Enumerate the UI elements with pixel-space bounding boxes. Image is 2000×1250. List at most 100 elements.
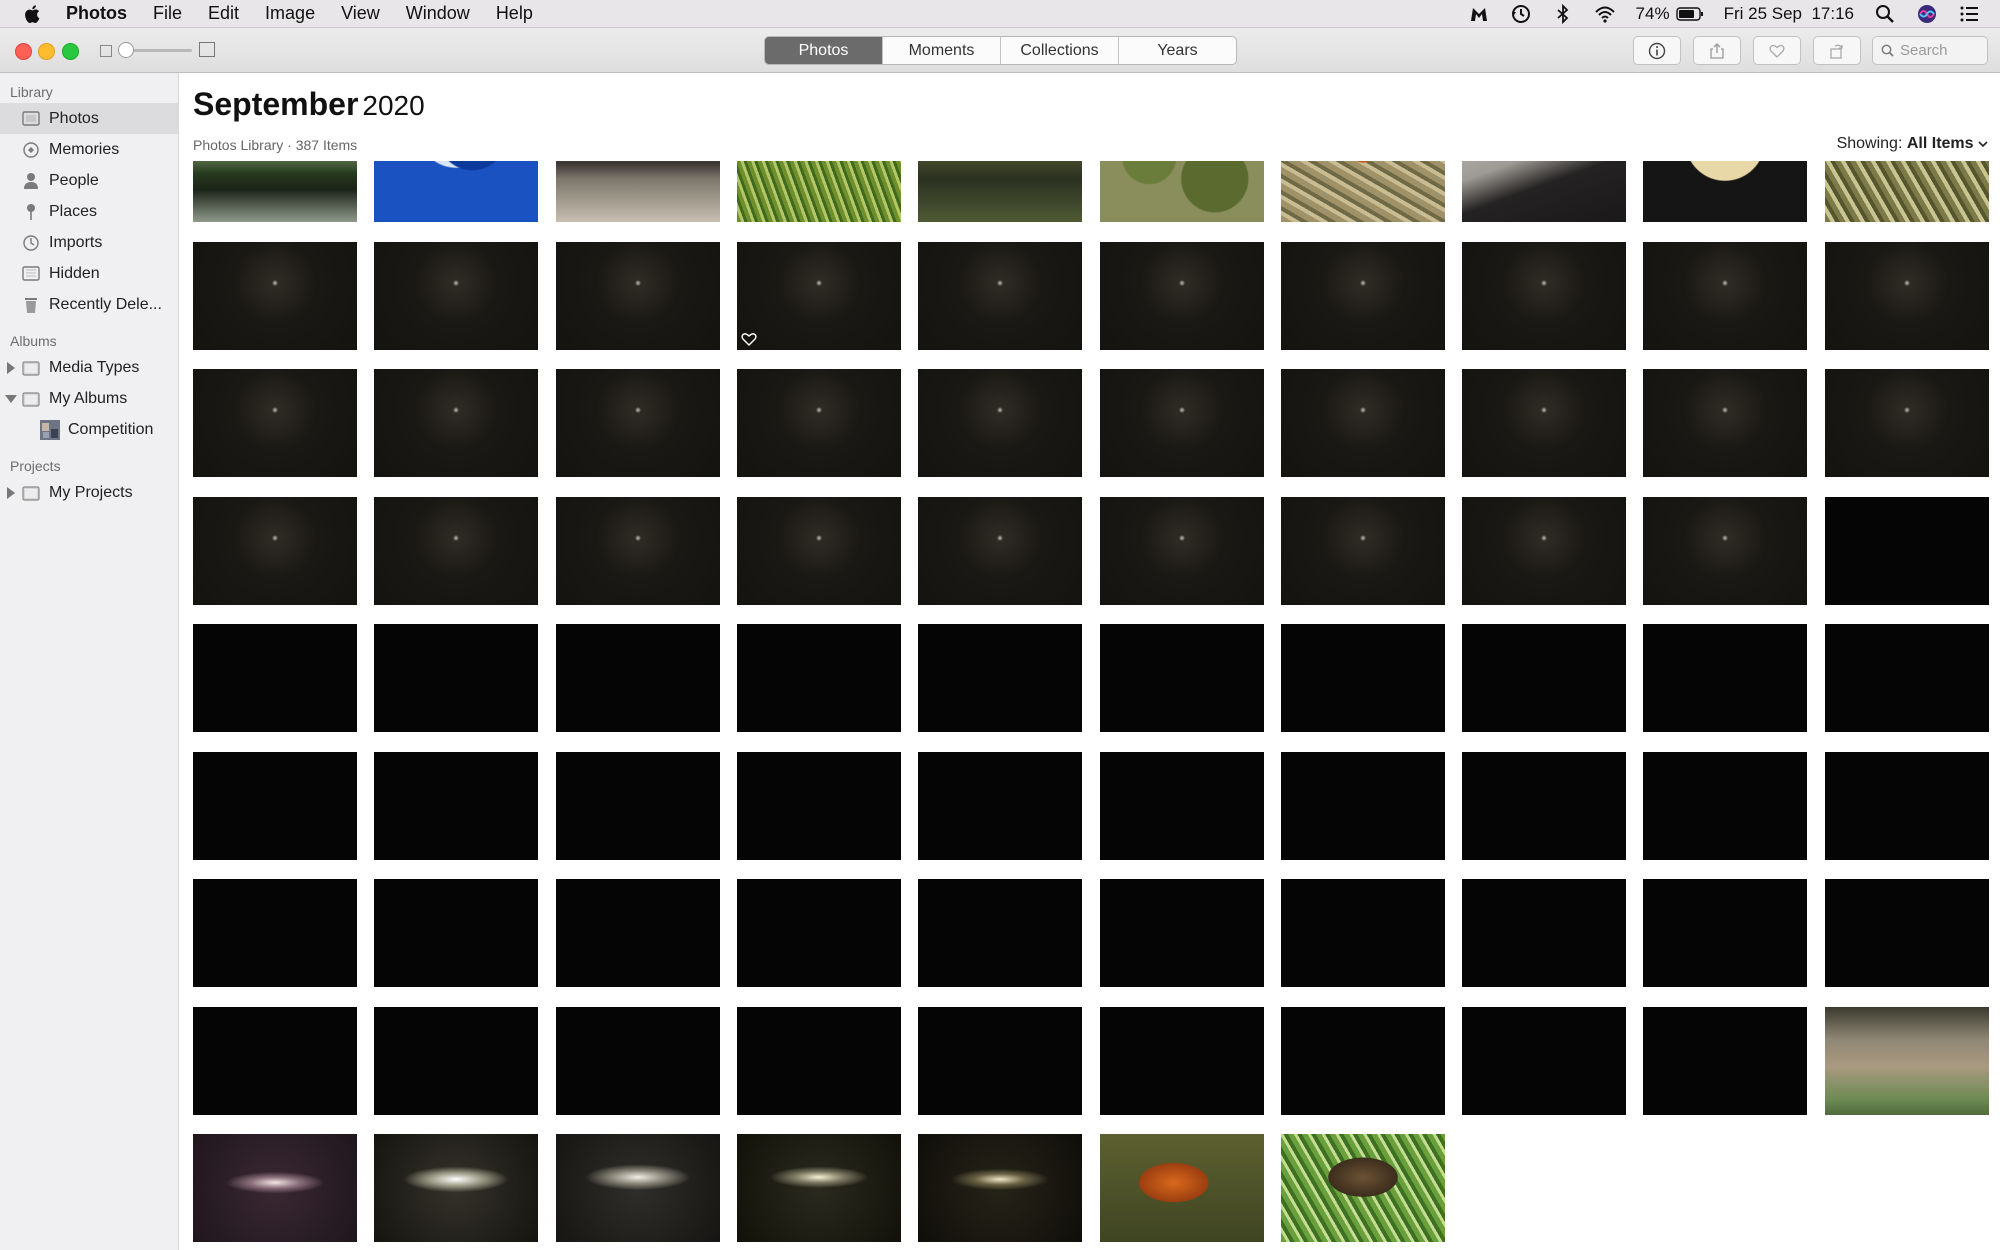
sidebar-item-my-projects[interactable]: My Projects — [0, 477, 178, 508]
photo-thumbnail[interactable] — [1100, 242, 1264, 350]
tab-collections[interactable]: Collections — [1001, 37, 1119, 64]
photo-thumbnail[interactable] — [1825, 369, 1989, 477]
sidebar-item-memories[interactable]: Memories — [0, 134, 178, 165]
photo-thumbnail[interactable] — [918, 624, 1082, 732]
photo-thumbnail[interactable] — [737, 161, 901, 222]
photo-thumbnail[interactable] — [193, 161, 357, 222]
photo-thumbnail[interactable] — [1462, 879, 1626, 987]
photo-thumbnail[interactable] — [1100, 1134, 1264, 1242]
photo-thumbnail[interactable] — [1462, 497, 1626, 605]
photo-thumbnail[interactable] — [1643, 369, 1807, 477]
photo-thumbnail[interactable] — [556, 624, 720, 732]
photo-thumbnail[interactable] — [193, 497, 357, 605]
info-button[interactable] — [1633, 36, 1681, 65]
bluetooth-icon[interactable] — [1552, 3, 1574, 25]
search-field[interactable]: Search — [1872, 36, 1988, 65]
photo-thumbnail[interactable] — [1281, 369, 1445, 477]
photo-thumbnail[interactable] — [1281, 497, 1445, 605]
sidebar-item-photos[interactable]: Photos — [0, 103, 178, 134]
photo-thumbnail[interactable] — [1462, 752, 1626, 860]
photo-thumbnail[interactable] — [1100, 752, 1264, 860]
photo-thumbnail[interactable] — [1825, 879, 1989, 987]
disclosure-triangle-right-icon[interactable] — [7, 487, 15, 499]
photo-thumbnail[interactable] — [374, 752, 538, 860]
photo-thumbnail[interactable] — [374, 624, 538, 732]
photo-thumbnail[interactable] — [193, 624, 357, 732]
photo-thumbnail[interactable] — [918, 161, 1082, 222]
photo-thumbnail[interactable] — [556, 1134, 720, 1242]
photo-thumbnail[interactable] — [374, 1007, 538, 1115]
photo-thumbnail[interactable] — [1825, 1007, 1989, 1115]
menu-window[interactable]: Window — [406, 3, 470, 24]
showing-filter[interactable]: Showing: All Items — [1837, 135, 1988, 153]
time-machine-icon[interactable] — [1510, 3, 1532, 25]
photo-thumbnail[interactable] — [918, 369, 1082, 477]
photo-thumbnail[interactable] — [374, 879, 538, 987]
photo-thumbnail[interactable] — [737, 879, 901, 987]
photo-thumbnail[interactable] — [374, 497, 538, 605]
photo-thumbnail[interactable] — [556, 369, 720, 477]
photo-thumbnail[interactable] — [1643, 161, 1807, 222]
menu-help[interactable]: Help — [496, 3, 533, 24]
photo-thumbnail[interactable] — [1643, 879, 1807, 987]
photo-thumbnail[interactable] — [1462, 161, 1626, 222]
photo-thumbnail[interactable] — [1643, 752, 1807, 860]
share-button[interactable] — [1693, 36, 1741, 65]
photo-thumbnail[interactable] — [193, 242, 357, 350]
zoom-in-thumbnail-icon[interactable] — [199, 42, 215, 57]
photo-thumbnail[interactable] — [1281, 242, 1445, 350]
photo-thumbnail[interactable] — [1462, 624, 1626, 732]
photo-thumbnail[interactable] — [1825, 242, 1989, 350]
photo-thumbnail[interactable] — [1825, 624, 1989, 732]
photo-thumbnail[interactable] — [1281, 161, 1445, 222]
sidebar-item-media-types[interactable]: Media Types — [0, 352, 178, 383]
photo-thumbnail[interactable] — [918, 242, 1082, 350]
rotate-button[interactable] — [1813, 36, 1861, 65]
menu-view[interactable]: View — [341, 3, 380, 24]
photo-thumbnail[interactable] — [1462, 242, 1626, 350]
photo-thumbnail[interactable] — [918, 1134, 1082, 1242]
photo-thumbnail[interactable] — [737, 624, 901, 732]
photo-thumbnail[interactable] — [374, 242, 538, 350]
photo-thumbnail[interactable] — [918, 879, 1082, 987]
photo-thumbnail[interactable] — [556, 1007, 720, 1115]
photo-thumbnail[interactable] — [737, 242, 901, 350]
photo-thumbnail[interactable] — [1825, 497, 1989, 605]
photo-thumbnail[interactable] — [193, 1007, 357, 1115]
sidebar-item-people[interactable]: People — [0, 165, 178, 196]
spotlight-search-icon[interactable] — [1874, 3, 1896, 25]
photo-thumbnail[interactable] — [737, 1007, 901, 1115]
favorite-button[interactable] — [1753, 36, 1801, 65]
photo-thumbnail[interactable] — [1281, 752, 1445, 860]
sidebar-item-my-albums[interactable]: My Albums — [0, 383, 178, 414]
photo-thumbnail[interactable] — [1281, 1134, 1445, 1242]
photo-thumbnail[interactable] — [737, 1134, 901, 1242]
photo-thumbnail[interactable] — [1100, 369, 1264, 477]
photo-thumbnail[interactable] — [556, 161, 720, 222]
photo-thumbnail[interactable] — [1100, 497, 1264, 605]
menu-app-name[interactable]: Photos — [66, 3, 127, 24]
zoom-out-thumbnail-icon[interactable] — [100, 45, 112, 57]
photo-thumbnail[interactable] — [1100, 161, 1264, 222]
photo-thumbnail[interactable] — [737, 497, 901, 605]
photo-thumbnail[interactable] — [374, 1134, 538, 1242]
disclosure-triangle-down-icon[interactable] — [5, 395, 17, 403]
photo-thumbnail[interactable] — [556, 242, 720, 350]
menu-edit[interactable]: Edit — [208, 3, 239, 24]
photo-thumbnail[interactable] — [1643, 497, 1807, 605]
photo-thumbnail[interactable] — [193, 369, 357, 477]
menubar-clock[interactable]: Fri 25 Sep 17:16 — [1724, 4, 1854, 24]
photo-thumbnail[interactable] — [1643, 1007, 1807, 1115]
window-minimize-button[interactable] — [38, 43, 55, 60]
malwarebytes-icon[interactable] — [1468, 3, 1490, 25]
battery-icon[interactable] — [1675, 6, 1704, 21]
photo-thumbnail[interactable] — [1825, 161, 1989, 222]
photo-thumbnail[interactable] — [1643, 624, 1807, 732]
photo-thumbnail[interactable] — [737, 752, 901, 860]
photo-thumbnail[interactable] — [374, 161, 538, 222]
photo-thumbnail[interactable] — [193, 1134, 357, 1242]
photo-thumbnail[interactable] — [918, 752, 1082, 860]
photo-thumbnail[interactable] — [556, 497, 720, 605]
window-zoom-button[interactable] — [62, 43, 79, 60]
photo-thumbnail[interactable] — [1281, 879, 1445, 987]
